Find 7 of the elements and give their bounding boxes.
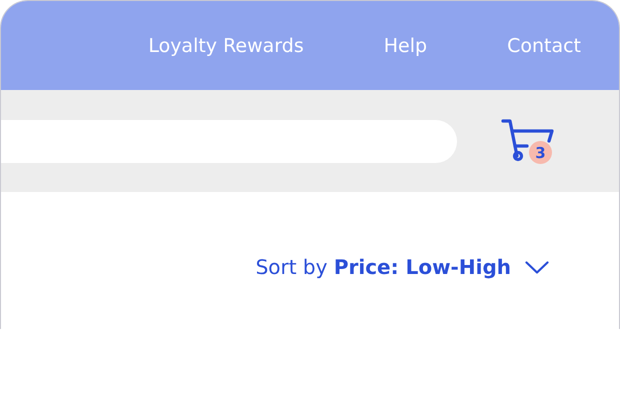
nav-link[interactable]: Help xyxy=(384,34,428,56)
chevron-down-icon[interactable] xyxy=(525,260,549,274)
nav-link[interactable]: Contact xyxy=(507,34,581,56)
search-field[interactable] xyxy=(1,120,457,162)
cart-count-badge: 3 xyxy=(529,141,552,164)
sort-label[interactable]: Sort by Price: Low-High xyxy=(256,255,511,279)
nav-link[interactable]: Loyalty Rewards xyxy=(148,34,304,56)
